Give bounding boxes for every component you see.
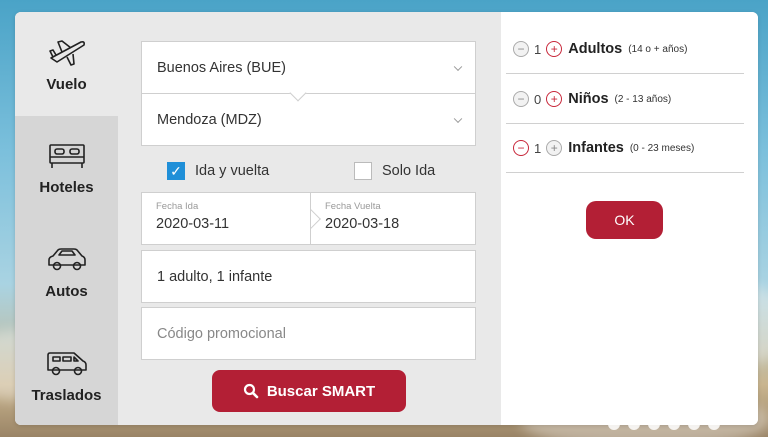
search-button-label: Buscar SMART	[266, 382, 376, 400]
children-label: Niños	[568, 91, 609, 107]
search-button[interactable]: Buscar SMART	[212, 370, 406, 412]
destination-select[interactable]: Mendoza (MDZ)	[141, 84, 476, 146]
sidebar-item-autos[interactable]: Autos	[15, 220, 118, 324]
category-sidebar: Vuelo Hoteles Autos Traslados	[15, 12, 118, 425]
increment-infants-button[interactable]: +	[546, 140, 563, 156]
sidebar-item-traslados[interactable]: Traslados	[15, 324, 118, 425]
sidebar-item-label: Traslados	[31, 386, 102, 404]
bed-icon	[48, 143, 85, 168]
children-age-hint: (2 - 13 años)	[614, 93, 672, 105]
car-icon	[47, 247, 86, 270]
decrement-adults-button[interactable]: −	[513, 41, 529, 57]
passenger-row-adults: − 1 + Adultos (14 o + años)	[506, 25, 744, 74]
carousel-dot[interactable]	[628, 418, 640, 430]
decrement-children-button[interactable]: −	[513, 91, 529, 107]
passenger-row-infants: − 1 + Infantes (0 - 23 meses)	[506, 124, 744, 173]
carousel-dot[interactable]	[608, 418, 620, 430]
return-date-label: Fecha Vuelta	[325, 201, 381, 212]
promo-code-placeholder: Código promocional	[157, 325, 286, 342]
passenger-selector: − 1 + Adultos (14 o + años) − 0 + Niños …	[501, 12, 758, 425]
carousel-dot[interactable]	[688, 418, 700, 430]
one-way-label: Solo Ida	[382, 163, 436, 179]
depart-date-field[interactable]: Fecha Ida 2020-03-11	[142, 193, 310, 244]
carousel-dot[interactable]	[648, 418, 660, 430]
one-way-checkbox[interactable]	[354, 162, 372, 180]
chevron-down-icon	[453, 62, 463, 71]
return-date-field[interactable]: Fecha Vuelta 2020-03-18	[310, 193, 476, 244]
plane-icon	[48, 39, 85, 66]
carousel-dot[interactable]	[708, 418, 720, 430]
depart-date-value: 2020-03-11	[156, 216, 230, 232]
return-date-value: 2020-03-18	[325, 216, 400, 232]
children-count: 0	[534, 91, 542, 107]
round-trip-option[interactable]: ✓ Ida y vuelta	[167, 162, 269, 180]
destination-value: Mendoza (MDZ)	[157, 111, 262, 128]
sidebar-item-hoteles[interactable]: Hoteles	[15, 116, 118, 220]
infants-age-hint: (0 - 23 meses)	[629, 142, 695, 154]
carousel-dots	[608, 418, 728, 430]
carousel-dot[interactable]	[668, 418, 680, 430]
sidebar-item-label: Hoteles	[39, 178, 94, 196]
chevron-down-icon	[453, 114, 463, 123]
origin-select[interactable]: Buenos Aires (BUE)	[141, 41, 476, 94]
adults-label: Adultos	[568, 41, 623, 57]
round-trip-label: Ida y vuelta	[195, 163, 270, 179]
one-way-option[interactable]: Solo Ida	[354, 162, 435, 180]
passengers-field[interactable]: 1 adulto, 1 infante	[141, 250, 476, 303]
passenger-row-children: − 0 + Niños (2 - 13 años)	[506, 75, 744, 124]
adults-age-hint: (14 o + años)	[628, 43, 688, 55]
sidebar-item-label: Autos	[45, 282, 88, 300]
adults-count: 1	[534, 41, 542, 57]
ok-button[interactable]: OK	[586, 201, 663, 239]
search-widget: Vuelo Hoteles Autos Traslados Buenos Air…	[15, 12, 758, 425]
passengers-summary: 1 adulto, 1 infante	[157, 268, 273, 285]
infants-count: 1	[534, 140, 542, 156]
sidebar-item-label: Vuelo	[46, 75, 87, 93]
search-icon	[243, 383, 259, 399]
date-range-field: Fecha Ida 2020-03-11 Fecha Vuelta 2020-0…	[141, 192, 476, 245]
increment-adults-button[interactable]: +	[546, 41, 563, 57]
origin-value: Buenos Aires (BUE)	[157, 59, 286, 76]
round-trip-checkbox[interactable]: ✓	[167, 162, 185, 180]
infants-label: Infantes	[568, 140, 624, 156]
depart-date-label: Fecha Ida	[156, 201, 199, 212]
promo-code-input[interactable]: Código promocional	[141, 307, 476, 360]
van-icon	[46, 351, 87, 375]
increment-children-button[interactable]: +	[546, 91, 563, 107]
decrement-infants-button[interactable]: −	[513, 140, 529, 156]
flight-search-form: Buenos Aires (BUE) Mendoza (MDZ) ✓ Ida y…	[118, 12, 501, 425]
sidebar-item-vuelo[interactable]: Vuelo	[15, 12, 118, 116]
